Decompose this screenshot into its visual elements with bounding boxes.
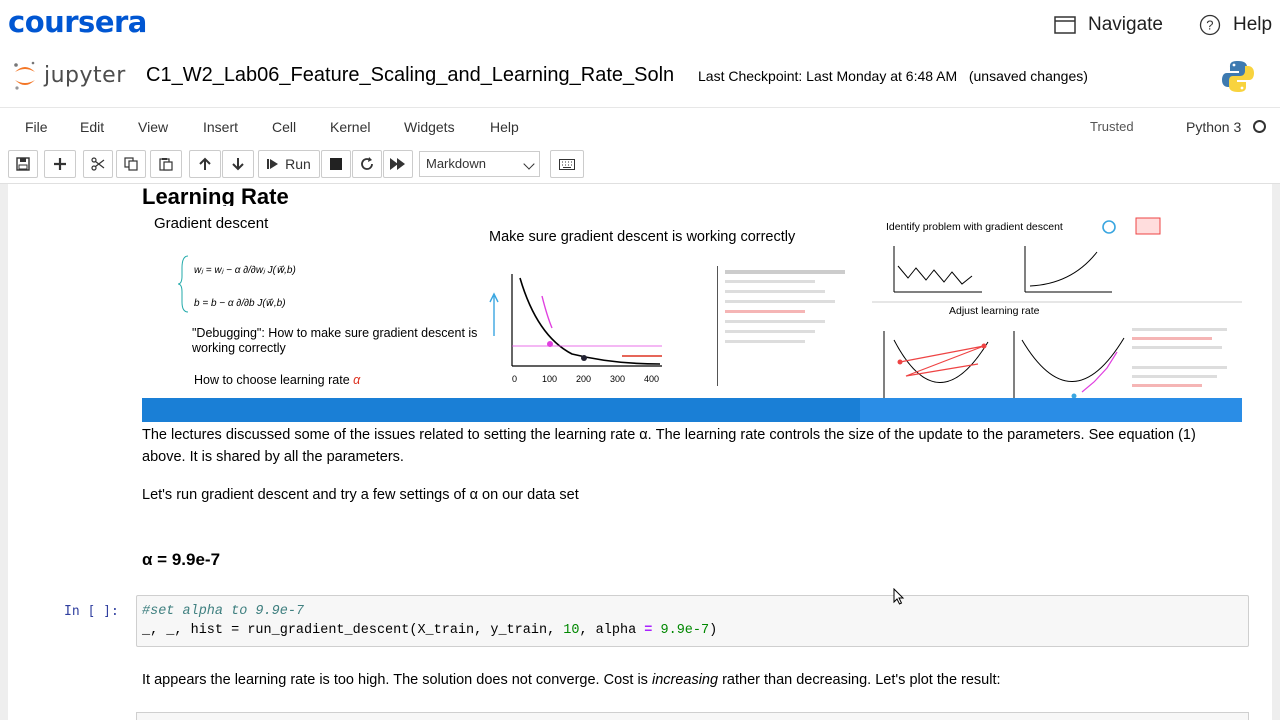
result-text-em: increasing [651,672,719,688]
unsaved-indicator: (unsaved changes) [968,68,1088,84]
refresh-icon [361,157,373,170]
kernel-name[interactable]: Python 3 [1186,119,1241,135]
toolbar: Run Markdown [0,146,1280,184]
result-paragraph: It appears the learning rate is too high… [142,669,1001,691]
cell-type-select[interactable]: Markdown [419,151,540,177]
mouse-cursor-icon [893,588,905,605]
paste-icon [159,158,173,171]
run-button[interactable]: Run [258,150,320,178]
checkpoint-text: Last Checkpoint: Last Monday at 6:48 AM [698,68,958,84]
lecture-slides-image: Gradient descent wⱼ = wⱼ − α ∂/∂wⱼ J(w⃗,… [142,206,1242,422]
menu-help[interactable]: Help [490,119,519,135]
coursera-logo[interactable]: coursera [8,5,147,39]
slide-update-b: b = b − α ∂/∂b J(w⃗,b) [194,298,286,309]
code-call-c: ) [709,623,718,638]
slide-choose: How to choose learning rate α [194,373,361,387]
move-down-button[interactable] [222,150,254,178]
kernel-status-icon [1253,120,1266,133]
copy-icon [124,157,138,171]
jupyter-header: jupyter C1_W2_Lab06_Feature_Scaling_and_… [0,50,1280,108]
command-palette-button[interactable] [550,150,584,178]
copy-button[interactable] [116,150,146,178]
slide-update-w: wⱼ = wⱼ − α ∂/∂wⱼ J(w⃗,b) [194,265,296,276]
jupyter-logo-text: jupyter [44,62,126,88]
menu-file[interactable]: File [25,119,48,135]
checkpoint-status: Last Checkpoint: Last Monday at 6:48 AM … [698,68,1088,84]
restart-run-all-button[interactable] [383,150,413,178]
run-label: Run [285,156,311,172]
problem-plots [893,246,1112,293]
alpha-subheading: α = 9.9e-7 [142,550,221,569]
stop-icon [330,158,342,170]
result-text-a: It appears the learning rate is too high… [142,672,652,688]
code-num-2: 9.9e-7 [652,623,710,638]
code-call-b: , alpha [579,623,645,638]
slide-right-title: Identify problem with gradient descent [886,221,1063,233]
menu-kernel[interactable]: Kernel [330,119,370,135]
navigate-button[interactable]: Navigate [1054,12,1163,38]
fast-forward-icon [390,158,405,170]
slide-choose-text: How to choose learning rate [194,373,350,387]
cost-curve-plot: 0 100 200 300 400 [489,274,662,384]
jupyter-logo-icon [14,61,35,90]
menubar: File Edit View Insert Cell Kernel Widget… [0,108,1280,146]
scrollbar[interactable] [1272,184,1280,720]
intro-paragraph: Let's run gradient descent and try a few… [142,487,579,503]
navigate-icon [1054,16,1076,34]
chevron-down-icon [523,158,535,170]
insert-cell-button[interactable] [44,150,76,178]
result-text-b: rather than decreasing. Let's plot the r… [718,672,1001,688]
svg-text:?: ? [1206,18,1213,33]
navigate-label: Navigate [1088,14,1163,35]
save-button[interactable] [8,150,38,178]
svg-text:400: 400 [644,374,659,384]
code-num-1: 10 [563,623,580,638]
python-logo-icon [1220,58,1256,99]
slide-mid-title: Make sure gradient descent is working co… [489,229,796,245]
slide-debugging: "Debugging": How to make sure gradient d… [192,326,478,355]
scissors-icon [91,157,105,171]
menu-widgets[interactable]: Widgets [404,119,455,135]
code-cell[interactable]: #set alpha to 9.9e-7 _, _, hist = run_gr… [136,595,1249,647]
cut-button[interactable] [83,150,113,178]
code-comment: #set alpha to 9.9e-7 [142,604,305,619]
save-icon [16,157,30,171]
move-up-button[interactable] [189,150,221,178]
help-button[interactable]: ? Help [1199,12,1272,38]
arrow-down-icon [232,158,244,171]
cell-type-value: Markdown [426,156,486,171]
convergence-notes [725,270,845,343]
help-icon: ? [1199,14,1221,36]
cell-prompt: In [ ]: [64,604,119,619]
interrupt-button[interactable] [321,150,351,178]
slide-left-title: Gradient descent [154,215,269,232]
slide-choose-alpha: α [353,373,361,387]
arrow-up-icon [199,157,211,170]
magnifier-icon [1102,220,1116,234]
paste-button[interactable] [150,150,182,178]
svg-text:300: 300 [610,374,625,384]
menu-edit[interactable]: Edit [80,119,104,135]
coursera-header: coursera Navigate ? Help [0,0,1280,50]
slide-adjust-title: Adjust learning rate [949,305,1040,317]
svg-text:0: 0 [512,374,517,384]
next-cell-edge[interactable] [136,712,1249,720]
svg-text:200: 200 [576,374,591,384]
notebook-area[interactable]: Learning Rate Gradient descent wⱼ = wⱼ −… [8,184,1272,720]
step-forward-icon [267,159,279,169]
jupyter-logo[interactable]: jupyter [12,58,126,92]
trusted-indicator[interactable]: Trusted [1081,114,1143,140]
menu-view[interactable]: View [138,119,168,135]
plus-icon [54,158,66,170]
code-call-a: _, _, hist = run_gradient_descent(X_trai… [142,623,564,638]
svg-text:100: 100 [542,374,557,384]
notebook-name[interactable]: C1_W2_Lab06_Feature_Scaling_and_Learning… [146,64,674,87]
menu-insert[interactable]: Insert [203,119,238,135]
help-label: Help [1233,14,1273,35]
lecture-paragraph: The lectures discussed some of the issue… [142,427,1196,465]
menu-cell[interactable]: Cell [272,119,296,135]
keyboard-icon [559,158,575,170]
learning-rate-plots [883,328,1227,407]
restart-button[interactable] [352,150,382,178]
